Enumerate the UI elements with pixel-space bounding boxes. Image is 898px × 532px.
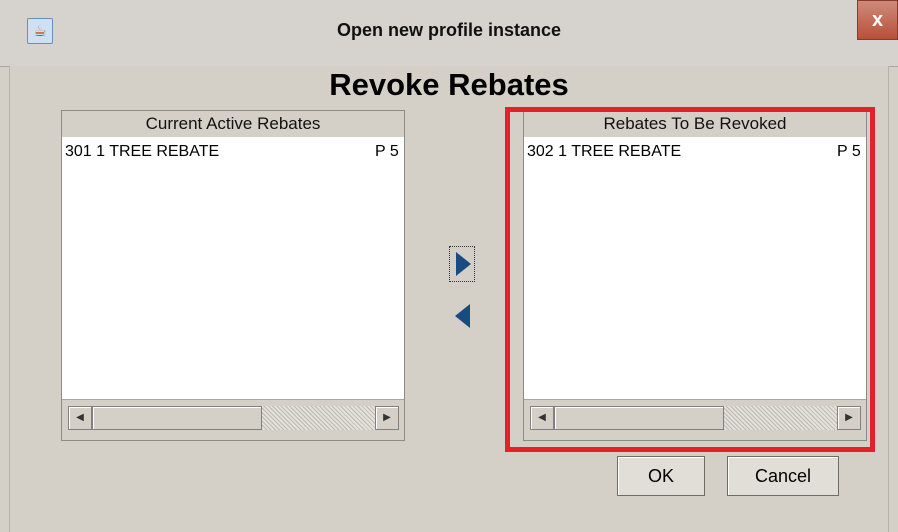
- scroll-right-icon[interactable]: ▶: [837, 406, 861, 430]
- list-item-trail: P 5: [837, 143, 861, 160]
- scrollbar-track[interactable]: [262, 406, 375, 430]
- current-active-rebates-list[interactable]: 301 1 TREE REBATE P 5: [62, 137, 404, 400]
- scrollbar-thumb[interactable]: [92, 406, 262, 430]
- arrow-right-icon[interactable]: [449, 246, 475, 282]
- cancel-button[interactable]: Cancel: [727, 456, 839, 496]
- horizontal-scrollbar[interactable]: ◀ ▶: [524, 399, 866, 440]
- list-item-label: 302 1 TREE REBATE: [527, 143, 682, 160]
- arrow-left-icon[interactable]: [452, 302, 478, 330]
- horizontal-scrollbar[interactable]: ◀ ▶: [62, 399, 404, 440]
- rebates-to-be-revoked-list[interactable]: 302 1 TREE REBATE P 5: [524, 137, 866, 400]
- scroll-left-icon[interactable]: ◀: [68, 406, 92, 430]
- list-item-label: 301 1 TREE REBATE: [65, 143, 220, 160]
- list-header: Rebates To Be Revoked: [603, 114, 787, 133]
- list-item-trail: P 5: [375, 143, 399, 160]
- scroll-right-icon[interactable]: ▶: [375, 406, 399, 430]
- scrollbar-thumb[interactable]: [554, 406, 724, 430]
- scroll-left-icon[interactable]: ◀: [530, 406, 554, 430]
- close-button[interactable]: x: [857, 0, 898, 40]
- scrollbar-track[interactable]: [724, 406, 837, 430]
- list-header: Current Active Rebates: [145, 114, 321, 133]
- page-title: Revoke Rebates: [329, 67, 569, 102]
- title-bar: ☕ Open new profile instance x: [0, 0, 898, 67]
- ok-button[interactable]: OK: [617, 456, 705, 496]
- window-title: Open new profile instance: [336, 20, 562, 40]
- rebates-to-be-revoked-panel: Rebates To Be Revoked 302 1 TREE REBATE …: [523, 110, 867, 441]
- current-active-rebates-panel: Current Active Rebates 301 1 TREE REBATE…: [61, 110, 405, 441]
